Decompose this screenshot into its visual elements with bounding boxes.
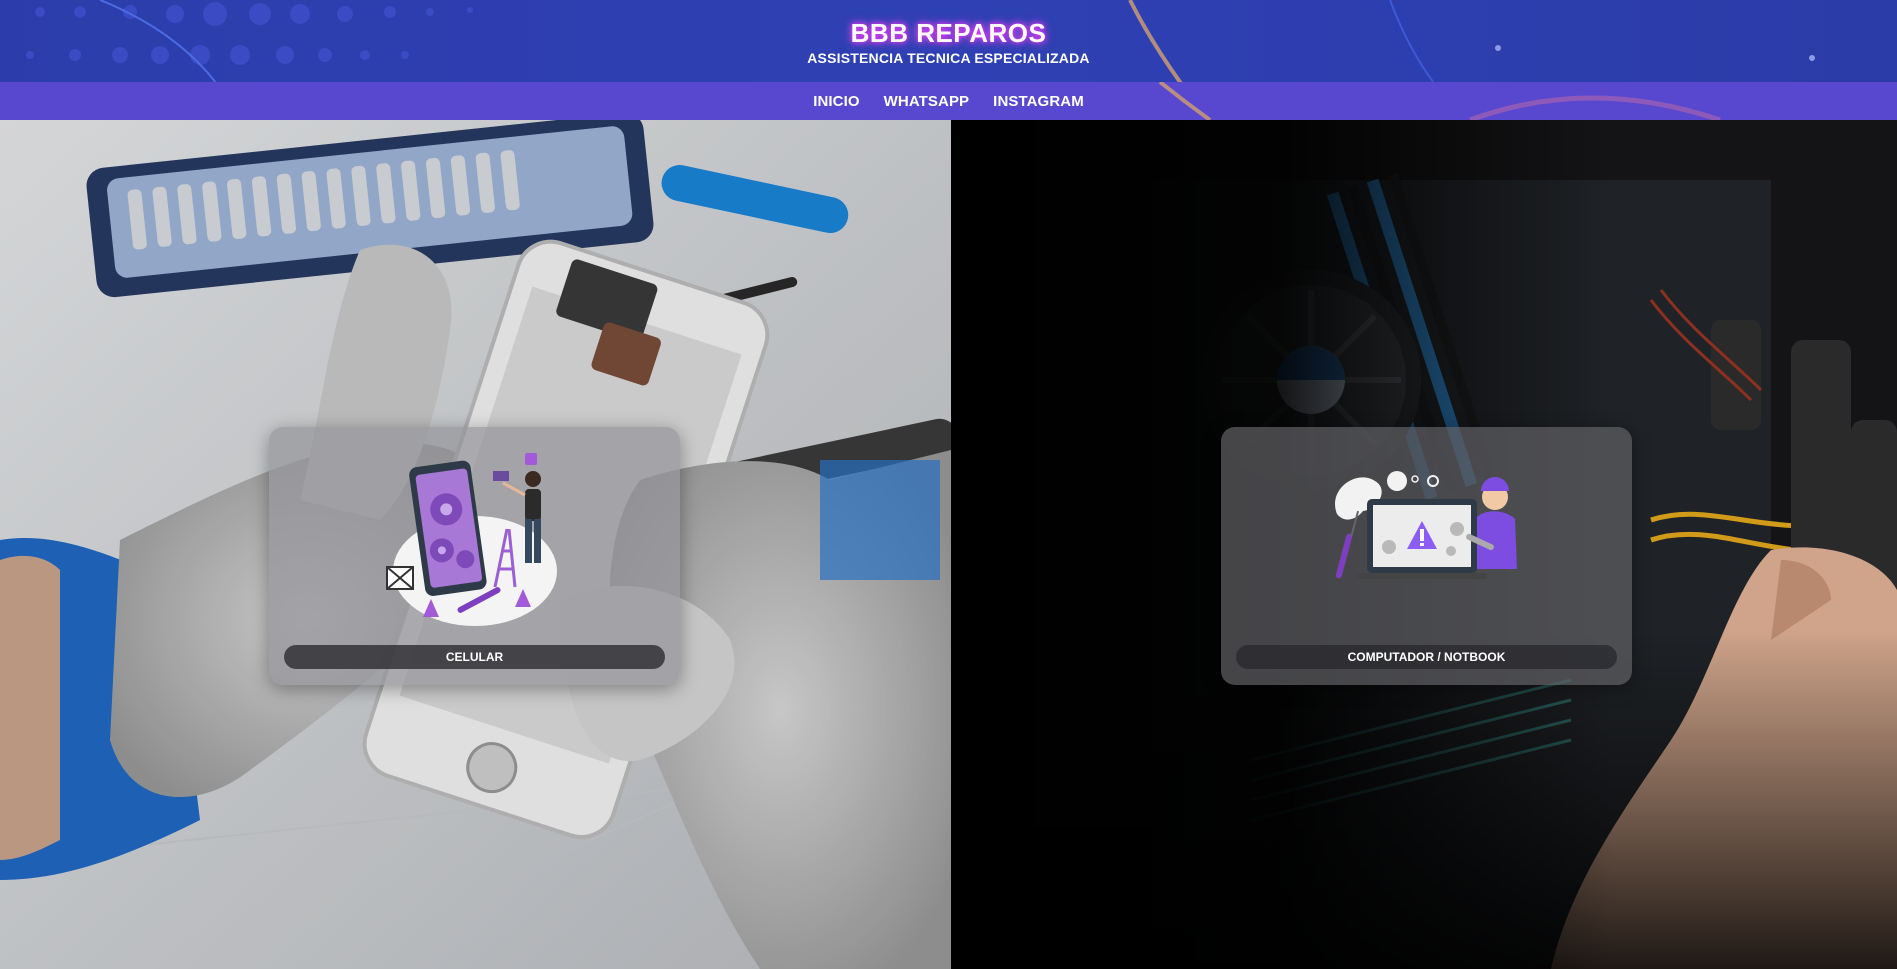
- service-panel-celular: CELULAR: [0, 120, 951, 969]
- phone-repair-illustration: [385, 453, 557, 626]
- nav-link-inicio[interactable]: INICIO: [813, 93, 859, 110]
- service-card-celular[interactable]: CELULAR: [269, 427, 680, 685]
- laptop-repair-illustration: [1334, 471, 1517, 579]
- service-label-computador: COMPUTADOR / NOTBOOK: [1236, 645, 1617, 669]
- nav-link-whatsapp[interactable]: WHATSAPP: [884, 93, 970, 110]
- site-tagline: ASSISTENCIA TECNICA ESPECIALIZADA: [807, 50, 1090, 66]
- service-label-celular: CELULAR: [284, 645, 665, 669]
- service-card-computador[interactable]: COMPUTADOR / NOTBOOK: [1221, 427, 1632, 685]
- nav-link-instagram[interactable]: INSTAGRAM: [993, 93, 1084, 110]
- site-header: BBB REPAROS ASSISTENCIA TECNICA ESPECIAL…: [0, 0, 1897, 82]
- service-panel-computador: COMPUTADOR / NOTBOOK: [951, 120, 1897, 969]
- main-nav: INICIO WHATSAPP INSTAGRAM: [0, 82, 1897, 120]
- site-title: BBB REPAROS: [850, 18, 1047, 48]
